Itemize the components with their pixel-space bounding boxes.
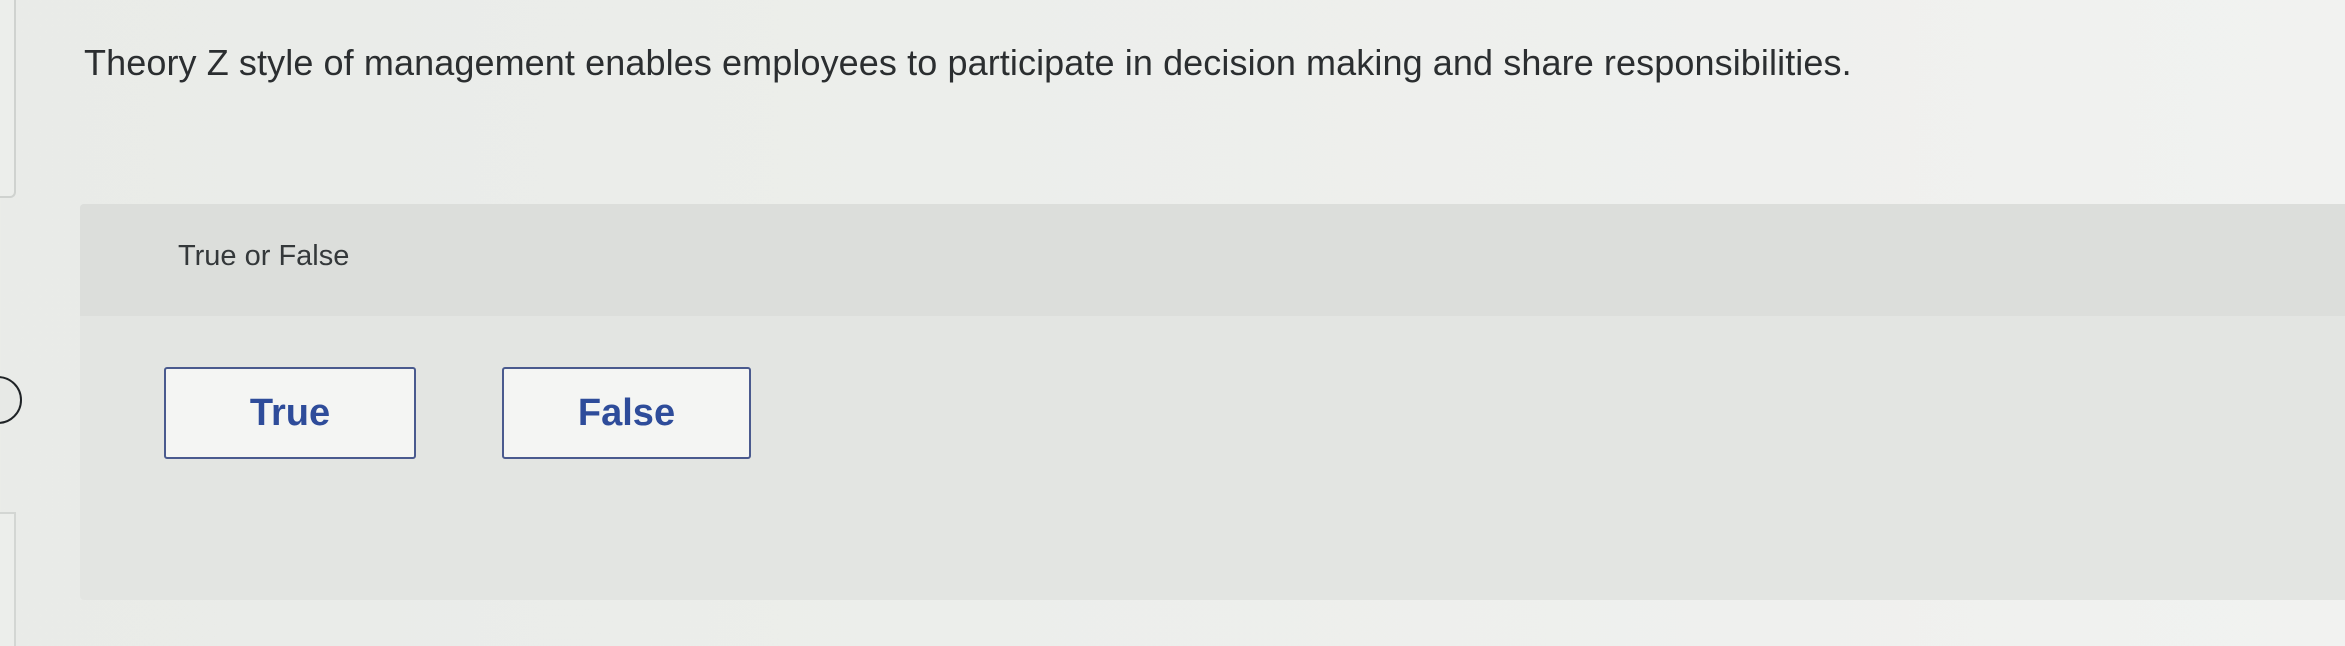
partial-radio-button[interactable] <box>0 376 22 424</box>
answer-panel-header: True or False <box>80 204 2345 316</box>
true-or-false-label: True or False <box>178 240 350 272</box>
answer-panel: True or False <box>80 204 2345 600</box>
true-button[interactable]: True <box>164 367 416 459</box>
question-text: Theory Z style of management enables emp… <box>84 42 1852 83</box>
left-edge-panel <box>0 0 16 198</box>
false-button[interactable]: False <box>502 367 751 459</box>
left-edge-panel-bottom <box>0 512 16 646</box>
